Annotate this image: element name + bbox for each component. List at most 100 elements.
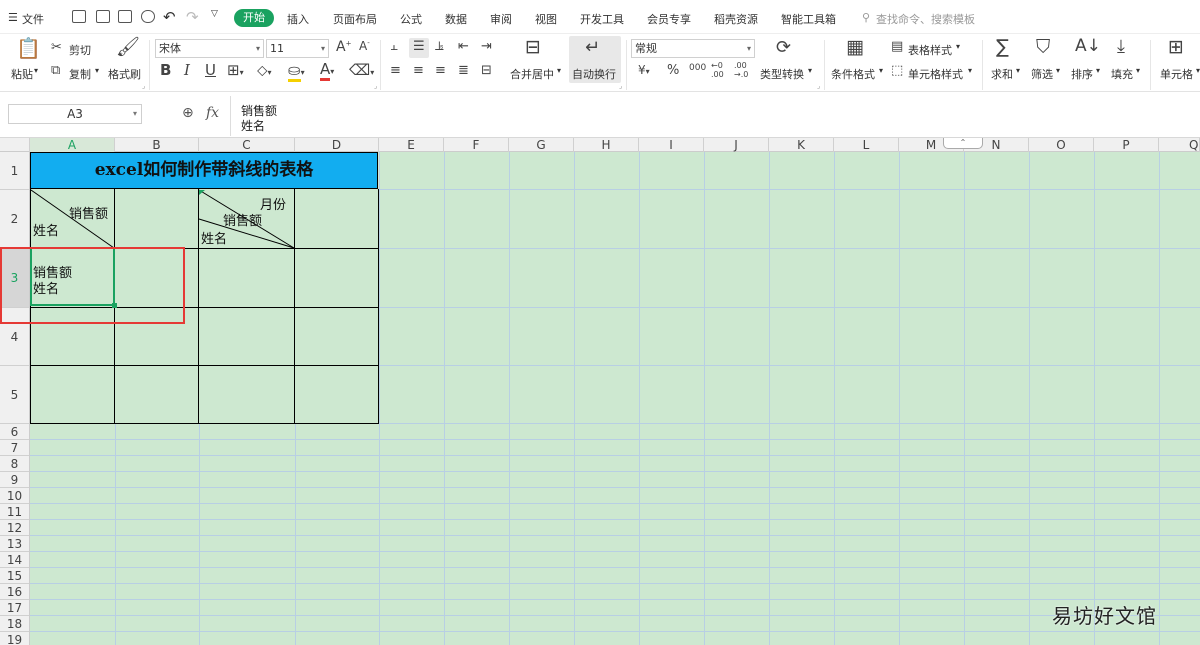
tab-review[interactable]: 审阅 <box>490 11 512 27</box>
conditional-format-button[interactable]: 条件格式 <box>831 66 875 82</box>
row-header-14[interactable]: 14 <box>0 552 29 568</box>
formula-input[interactable]: 销售额 姓名 <box>230 96 1198 136</box>
fill-button[interactable]: 填充 <box>1111 66 1133 82</box>
cond-format-dropdown-icon[interactable]: ▾ <box>879 66 883 75</box>
row-header-17[interactable]: 17 <box>0 600 29 616</box>
select-all-corner[interactable] <box>0 138 30 152</box>
filter-icon[interactable]: ⛉ <box>1036 38 1050 57</box>
conditional-format-icon[interactable]: ▦ <box>846 38 864 57</box>
sum-button[interactable]: 求和 <box>991 66 1013 82</box>
column-header-f[interactable]: F <box>444 138 509 152</box>
cell-style-button[interactable]: 单元格样式 <box>908 66 963 82</box>
cell-dropdown-icon[interactable]: ▾ <box>1196 66 1200 75</box>
eraser-icon[interactable]: ⌫▾ <box>349 63 374 78</box>
fill-color-icon[interactable]: ⛀▾ <box>288 61 305 82</box>
align-bottom-icon[interactable]: ⫡ <box>435 40 444 53</box>
title-cell-a1[interactable]: excel如何制作带斜线的表格 <box>30 152 378 189</box>
column-header-i[interactable]: I <box>639 138 704 152</box>
format-painter-icon[interactable]: 🖌 <box>116 38 140 57</box>
paste-dropdown-icon[interactable]: ▾ <box>34 66 38 75</box>
cell-style-dropdown-icon[interactable]: ▾ <box>968 66 972 75</box>
increase-decimal-icon[interactable]: ←0.00 <box>711 61 724 79</box>
row-header-5[interactable]: 5 <box>0 366 29 424</box>
align-center-icon[interactable]: ≡ <box>413 64 424 77</box>
wrap-text-button[interactable]: 自动换行 <box>572 66 616 82</box>
row-header-11[interactable]: 11 <box>0 504 29 520</box>
font-color-icon[interactable]: A▾ <box>320 60 334 81</box>
row-header-6[interactable]: 6 <box>0 424 29 440</box>
percent-button[interactable]: % <box>667 64 679 77</box>
column-header-p[interactable]: P <box>1094 138 1159 152</box>
export-icon[interactable] <box>96 10 110 23</box>
copy-icon[interactable]: ⧉ <box>51 64 60 77</box>
collapse-ribbon-toggle[interactable]: ⌃ <box>943 138 983 149</box>
font-size-select[interactable]: 11 ▾ <box>266 39 329 58</box>
increase-font-icon[interactable]: A+ <box>336 40 351 54</box>
row-header-2[interactable]: 2 <box>0 190 29 249</box>
cell-icon[interactable]: ⊞ <box>1168 38 1184 57</box>
save-icon[interactable] <box>72 10 86 23</box>
decrease-indent-icon[interactable]: ⇤ <box>458 40 469 53</box>
row-header-10[interactable]: 10 <box>0 488 29 504</box>
tab-data[interactable]: 数据 <box>445 11 467 27</box>
tab-smart-toolbox[interactable]: 智能工具箱 <box>781 11 836 27</box>
sum-icon[interactable]: ∑ <box>996 38 1009 57</box>
worksheet-grid[interactable]: excel如何制作带斜线的表格 销售额 姓名 月份 销售额 姓名 销售额 姓名 <box>30 152 1200 645</box>
number-format-select[interactable]: 常规 ▾ <box>631 39 755 58</box>
type-convert-icon[interactable]: ⟳ <box>776 39 791 57</box>
shading-icon[interactable]: ⬦▾ <box>257 63 272 78</box>
row-header-13[interactable]: 13 <box>0 536 29 552</box>
tab-page-layout[interactable]: 页面布局 <box>333 11 377 27</box>
dialog-launcher-icon[interactable]: ⌟ <box>142 82 145 90</box>
column-header-o[interactable]: O <box>1029 138 1094 152</box>
decrease-decimal-icon[interactable]: .00 →.0 <box>734 61 748 79</box>
dialog-launcher-icon[interactable]: ⌟ <box>619 82 622 90</box>
row-header-16[interactable]: 16 <box>0 584 29 600</box>
copy-dropdown-icon[interactable]: ▾ <box>95 66 99 75</box>
dialog-launcher-icon[interactable]: ⌟ <box>374 82 377 90</box>
merge-dropdown-icon[interactable]: ▾ <box>557 66 561 75</box>
align-right-icon[interactable]: ≡ <box>435 64 446 77</box>
fx-icon[interactable]: fx <box>206 105 219 121</box>
tab-developer[interactable]: 开发工具 <box>580 11 624 27</box>
column-header-h[interactable]: H <box>574 138 639 152</box>
column-header-c[interactable]: C <box>199 138 295 152</box>
undo-icon[interactable]: ↶ <box>163 8 176 26</box>
align-top-icon[interactable]: ⫠ <box>390 40 398 53</box>
row-header-12[interactable]: 12 <box>0 520 29 536</box>
column-header-l[interactable]: L <box>834 138 899 152</box>
cell-button[interactable]: 单元格 <box>1160 66 1193 82</box>
decrease-font-icon[interactable]: A- <box>359 40 370 53</box>
wrap-text-icon[interactable]: ↵ <box>585 39 600 57</box>
tab-home[interactable]: 开始 <box>234 9 274 27</box>
scissors-icon[interactable]: ✂ <box>51 41 62 54</box>
print-preview-icon[interactable] <box>141 10 155 23</box>
justify-icon[interactable]: ≣ <box>458 64 469 77</box>
name-box[interactable]: A3 ▾ <box>8 104 142 124</box>
bold-button[interactable]: B <box>160 63 171 78</box>
table-style-button[interactable]: 表格样式 <box>908 42 952 58</box>
italic-button[interactable]: I <box>184 63 190 78</box>
merge-center-button[interactable]: 合并居中 <box>510 66 554 82</box>
column-header-a[interactable]: A <box>30 138 115 152</box>
tab-view[interactable]: 视图 <box>535 11 557 27</box>
print-icon[interactable] <box>118 10 132 23</box>
tab-docer[interactable]: 稻壳资源 <box>714 11 758 27</box>
row-header-18[interactable]: 18 <box>0 616 29 632</box>
table-style-icon[interactable]: ▤ <box>891 40 903 53</box>
menu-file[interactable]: 文件 <box>22 11 44 27</box>
tab-member[interactable]: 会员专享 <box>647 11 691 27</box>
type-convert-button[interactable]: 类型转换 <box>760 66 804 82</box>
hamburger-icon[interactable]: ☰ <box>8 11 18 24</box>
column-header-j[interactable]: J <box>704 138 769 152</box>
sort-icon[interactable]: A↓ <box>1075 38 1101 55</box>
redo-icon[interactable]: ↷ <box>186 8 199 26</box>
row-header-1[interactable]: 1 <box>0 152 29 190</box>
row-header-7[interactable]: 7 <box>0 440 29 456</box>
type-convert-dropdown-icon[interactable]: ▾ <box>808 66 812 75</box>
font-name-select[interactable]: 宋体 ▾ <box>155 39 264 58</box>
table-style-dropdown-icon[interactable]: ▾ <box>956 42 960 51</box>
sort-button[interactable]: 排序 <box>1071 66 1093 82</box>
tab-insert[interactable]: 插入 <box>287 11 309 27</box>
column-header-e[interactable]: E <box>379 138 444 152</box>
